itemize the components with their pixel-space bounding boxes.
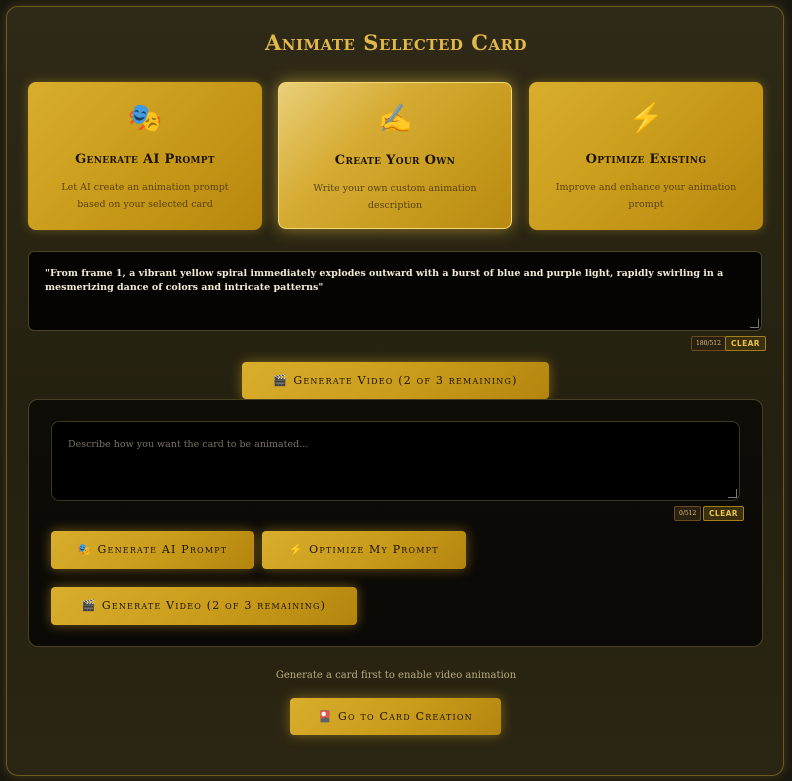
clapperboard-icon: 🎬 bbox=[81, 599, 97, 612]
theater-masks-icon: 🎭 bbox=[127, 101, 163, 134]
card-title: Create Your Own bbox=[334, 153, 456, 168]
page-title: Animate Selected Card bbox=[264, 30, 528, 55]
button-label: Generate Video (2 of 3 remaining) bbox=[101, 599, 327, 612]
generate-ai-prompt-button[interactable]: 🎭 Generate AI Prompt bbox=[51, 531, 254, 569]
card-description: Let AI create an animation prompt based … bbox=[61, 182, 229, 210]
go-to-card-creation-button[interactable]: 🎴 Go to Card Creation bbox=[290, 698, 501, 735]
resize-handle[interactable] bbox=[728, 489, 737, 498]
generate-ai-prompt-card[interactable]: 🎭 Generate AI Prompt Let AI create an an… bbox=[28, 82, 262, 230]
lightning-icon: ⚡ bbox=[628, 101, 664, 134]
clear-button[interactable]: CLEAR bbox=[725, 336, 766, 351]
clear-button[interactable]: CLEAR bbox=[703, 506, 744, 521]
theater-masks-icon: 🎭 bbox=[77, 543, 93, 556]
writing-hand-icon: ✍️ bbox=[377, 102, 413, 135]
character-counter: 0/512 bbox=[674, 506, 702, 521]
lightning-icon: ⚡ bbox=[289, 543, 305, 556]
custom-description-textarea[interactable]: Describe how you want the card to be ani… bbox=[51, 421, 740, 501]
card-icon: 🎴 bbox=[318, 710, 334, 723]
card-description: Improve and enhance your animation promp… bbox=[555, 182, 737, 210]
create-your-own-card[interactable]: ✍️ Create Your Own Write your own custom… bbox=[278, 82, 512, 229]
animation-prompt-textarea[interactable]: "From frame 1, a vibrant yellow spiral i… bbox=[28, 251, 762, 331]
button-label: Generate Video (2 of 3 remaining) bbox=[293, 374, 518, 387]
character-counter: 180/512 bbox=[691, 336, 726, 351]
button-label: Optimize My Prompt bbox=[309, 543, 439, 556]
status-message: Generate a card first to enable video an… bbox=[275, 670, 517, 681]
clapperboard-icon: 🎬 bbox=[273, 374, 289, 387]
button-label: Generate AI Prompt bbox=[97, 543, 228, 556]
card-title: Generate AI Prompt bbox=[75, 152, 215, 167]
optimize-my-prompt-button[interactable]: ⚡ Optimize My Prompt bbox=[262, 531, 466, 569]
resize-handle[interactable] bbox=[750, 319, 759, 328]
generate-video-button[interactable]: 🎬 Generate Video (2 of 3 remaining) bbox=[51, 587, 357, 625]
generate-video-button[interactable]: 🎬 Generate Video (2 of 3 remaining) bbox=[242, 362, 549, 399]
prompt-text: "From frame 1, a vibrant yellow spiral i… bbox=[45, 268, 724, 293]
card-title: Optimize Existing bbox=[585, 152, 707, 167]
button-label: Go to Card Creation bbox=[338, 710, 473, 723]
card-description: Write your own custom animation descript… bbox=[313, 183, 477, 211]
optimize-existing-card[interactable]: ⚡ Optimize Existing Improve and enhance … bbox=[529, 82, 763, 230]
placeholder-text: Describe how you want the card to be ani… bbox=[68, 439, 309, 450]
